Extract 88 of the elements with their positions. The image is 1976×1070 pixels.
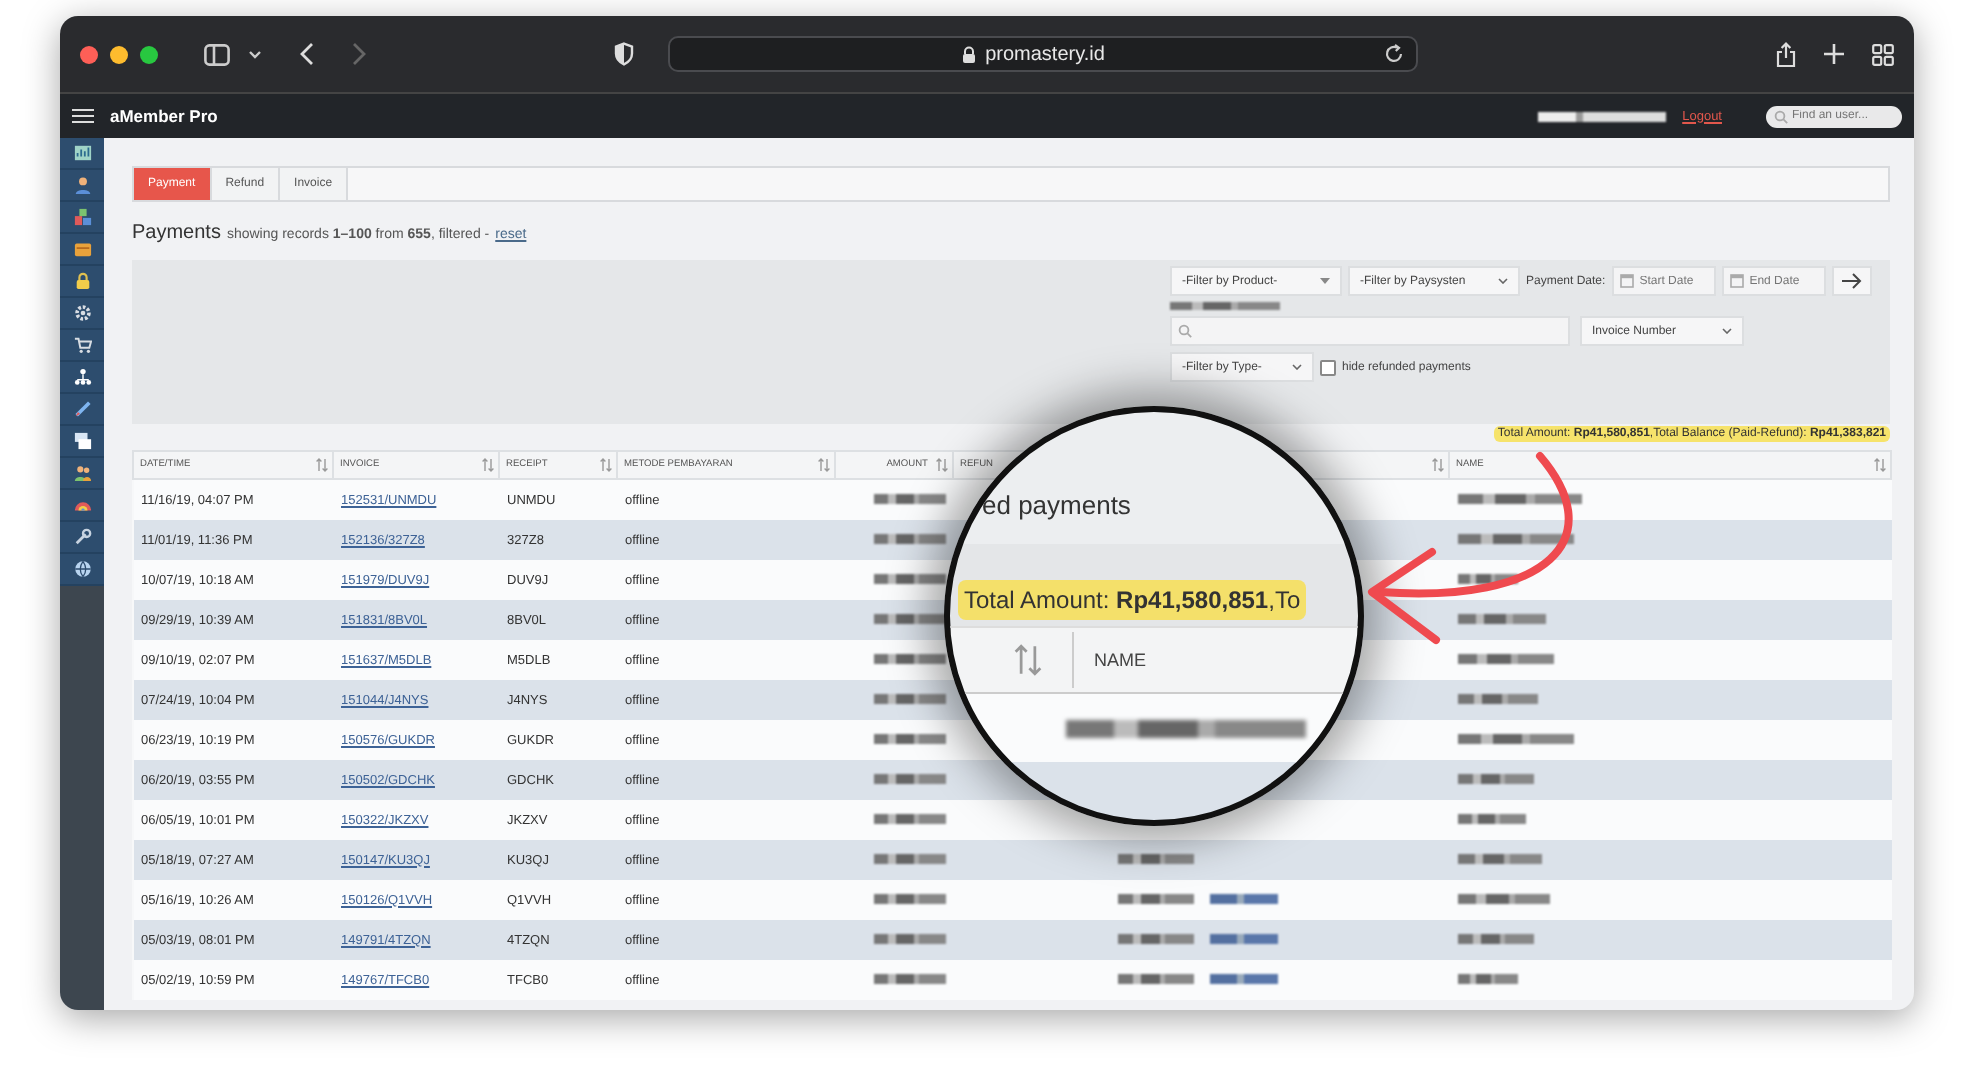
blurred-text	[1457, 694, 1537, 705]
plus-icon[interactable]	[1824, 44, 1844, 64]
folder-icon[interactable]	[73, 240, 91, 258]
address-bar[interactable]: promastery.id	[668, 36, 1418, 72]
apply-filter-button[interactable]	[1831, 266, 1872, 296]
pen-icon[interactable]	[73, 400, 91, 418]
blurred-text	[873, 974, 945, 985]
blurred-text	[1457, 974, 1517, 985]
blurred-text	[1457, 774, 1533, 785]
minimize-button[interactable]	[110, 45, 128, 63]
caret-icon	[1722, 328, 1732, 334]
stack-icon[interactable]	[73, 432, 91, 450]
shield-icon[interactable]	[614, 42, 634, 66]
page-title: Payments	[132, 222, 221, 244]
blurred-text	[1117, 934, 1193, 945]
blurred-text	[1457, 574, 1517, 585]
blurred-text	[1457, 494, 1581, 505]
people-icon[interactable]	[73, 464, 91, 482]
sort-icon	[1014, 644, 1042, 676]
blurred-text	[873, 774, 945, 785]
blurred-text	[1117, 894, 1193, 905]
blurred-text	[1209, 974, 1277, 985]
app-title: aMember Pro	[110, 106, 218, 126]
person-icon[interactable]	[73, 176, 91, 194]
zoom-button[interactable]	[140, 45, 158, 63]
blurred-text	[873, 894, 945, 905]
share-icon[interactable]	[1776, 41, 1796, 67]
blurred-text	[873, 854, 945, 865]
lock-icon	[961, 45, 976, 63]
blurred-text	[1457, 734, 1573, 745]
sort-icon[interactable]	[482, 458, 494, 472]
blurred-text	[873, 694, 945, 705]
blurred-text	[1457, 814, 1525, 825]
blurred-text	[873, 574, 945, 585]
search-field[interactable]	[1170, 316, 1570, 346]
reload-icon[interactable]	[1384, 44, 1404, 64]
blurred-text	[1457, 654, 1553, 665]
blurred-text	[1457, 934, 1533, 945]
blurred-text	[1457, 854, 1541, 865]
blurred-text	[873, 534, 945, 545]
checkbox[interactable]	[1320, 359, 1336, 375]
blurred-text	[1117, 854, 1193, 865]
blurred-text	[873, 654, 945, 665]
sort-icon[interactable]	[936, 458, 948, 472]
caret-icon	[1320, 278, 1330, 284]
settings-icon[interactable]	[73, 304, 91, 322]
wrench-icon[interactable]	[73, 528, 91, 546]
back-icon[interactable]	[300, 42, 314, 66]
calendar-icon	[1729, 274, 1744, 288]
sort-icon[interactable]	[818, 458, 830, 472]
blurred-text	[1209, 934, 1277, 945]
arrow-right-icon	[1841, 272, 1862, 290]
globe-icon[interactable]	[73, 560, 91, 578]
sort-icon[interactable]	[1874, 458, 1886, 472]
blurred-text	[1457, 894, 1549, 905]
sort-icon[interactable]	[316, 458, 328, 472]
blurred-text	[873, 734, 945, 745]
calendar-icon	[1619, 274, 1634, 288]
magnified-totals: Total Amount: Rp41,580,851,To	[958, 580, 1307, 620]
search-icon	[1774, 109, 1788, 123]
blurred-text	[1457, 534, 1573, 545]
sort-icon[interactable]	[600, 458, 612, 472]
lock-icon[interactable]	[73, 272, 91, 290]
chart-icon[interactable]	[73, 144, 91, 162]
caret-icon	[1498, 278, 1508, 284]
blurred-text	[1457, 614, 1545, 625]
tab-overview-icon[interactable]	[1872, 43, 1894, 65]
hierarchy-icon[interactable]	[73, 368, 91, 386]
magnified-heading: ed payments	[982, 490, 1131, 520]
chevron-down-icon[interactable]	[248, 49, 262, 59]
magnified-column-header: NAME	[1072, 632, 1147, 688]
fan-icon[interactable]	[73, 496, 91, 514]
blurred-text	[1538, 111, 1667, 121]
blocks-icon[interactable]	[73, 208, 91, 226]
blurred-text	[1117, 974, 1193, 985]
blurred-text	[1170, 302, 1280, 310]
blurred-text	[873, 494, 945, 505]
blurred-text	[873, 614, 945, 625]
search-icon	[1178, 324, 1192, 338]
menu-icon[interactable]	[72, 108, 94, 124]
sidebar-toggle-icon[interactable]	[204, 43, 230, 65]
blurred-text	[873, 934, 945, 945]
close-button[interactable]	[80, 45, 98, 63]
sort-icon[interactable]	[1432, 458, 1444, 472]
blurred-text	[873, 814, 945, 825]
blurred-text	[1209, 894, 1277, 905]
cart-icon[interactable]	[73, 336, 91, 354]
caret-icon	[1292, 364, 1302, 370]
